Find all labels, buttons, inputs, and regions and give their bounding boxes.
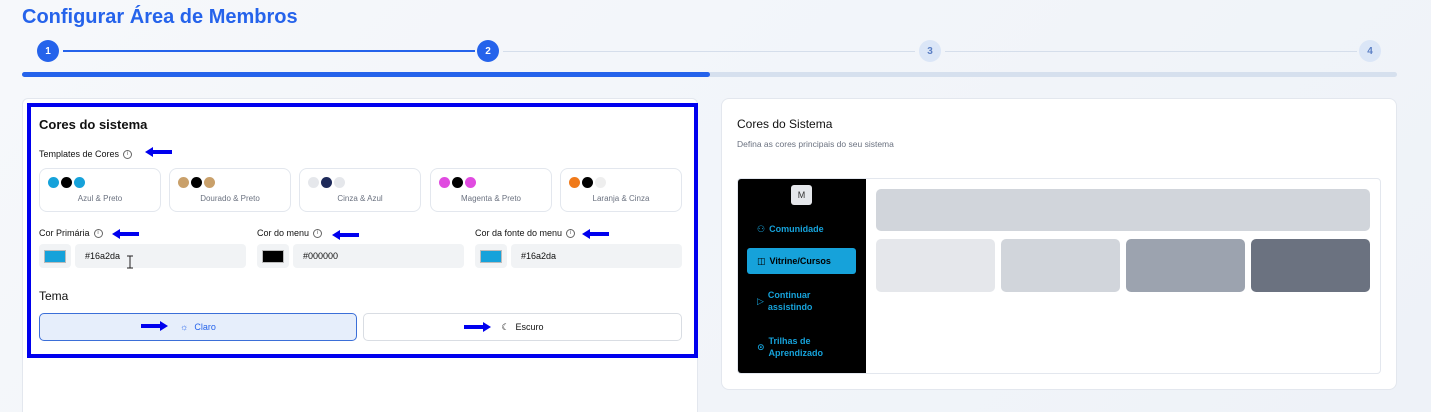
step-connector-3	[945, 51, 1357, 52]
theme-label: Tema	[39, 289, 69, 303]
theme-light-label: Claro	[194, 322, 216, 332]
text-cursor-icon	[127, 255, 133, 269]
step-connector-2	[503, 51, 915, 52]
step-4[interactable]: 4	[1359, 40, 1381, 62]
colors-section-title: Cores do sistema	[39, 117, 148, 132]
template-name: Magenta & Preto	[460, 194, 522, 203]
swatch	[74, 177, 85, 188]
swatch	[452, 177, 463, 188]
primary-color-picker[interactable]	[39, 244, 71, 268]
info-icon[interactable]: i	[313, 228, 323, 238]
font-color-label-text: Cor da fonte do menu	[475, 228, 563, 238]
step-1[interactable]: 1	[37, 40, 59, 62]
primary-color-swatch	[44, 250, 66, 263]
swatch	[582, 177, 593, 188]
nav-label: Trilhas de Aprendizado	[768, 336, 824, 358]
preview-card-placeholder	[1001, 239, 1120, 292]
info-icon[interactable]: i	[123, 149, 133, 159]
theme-light-button[interactable]: ☼ Claro	[39, 313, 357, 341]
templates-label: Templates de Cores i	[39, 149, 133, 159]
stepper: 1 2 3 4	[22, 40, 1397, 80]
progress-fill	[22, 72, 710, 77]
template-dourado-preto[interactable]: Dourado & Preto	[169, 168, 291, 212]
preview-card-placeholder	[1251, 239, 1370, 292]
sun-icon: ☼	[180, 322, 189, 332]
template-name: Laranja & Cinza	[592, 194, 650, 203]
annotation-arrow-left-icon	[112, 229, 139, 239]
preview-nav-trilhas: ⊙ Trilhas de Aprendizado	[747, 334, 856, 360]
template-laranja-cinza[interactable]: Laranja & Cinza	[560, 168, 682, 212]
preview-card-placeholder	[876, 239, 995, 292]
primary-color-label: Cor Primária i	[39, 228, 103, 238]
swatch	[191, 177, 202, 188]
templates-label-text: Templates de Cores	[39, 149, 120, 159]
font-color-input[interactable]: #16a2da	[511, 244, 682, 268]
swatch	[48, 177, 59, 188]
template-name: Azul & Preto	[77, 194, 123, 203]
menu-color-picker[interactable]	[257, 244, 289, 268]
swatch	[569, 177, 580, 188]
font-color-label: Cor da fonte do menu i	[475, 228, 576, 238]
preview-nav-comunidade: ⚇ Comunidade	[747, 222, 856, 236]
annotation-arrow-left-icon	[145, 147, 172, 157]
swatch	[334, 177, 345, 188]
font-color-picker[interactable]	[475, 244, 507, 268]
primary-color-label-text: Cor Primária	[39, 228, 90, 238]
swatch	[439, 177, 450, 188]
step-2[interactable]: 2	[477, 40, 499, 62]
menu-color-input[interactable]: #000000	[293, 244, 464, 268]
preview-card-placeholder	[1126, 239, 1245, 292]
avatar: M	[791, 185, 812, 205]
nav-label: Vitrine/Cursos	[769, 256, 831, 266]
font-color-swatch	[480, 250, 502, 263]
preview-sidebar: M ⚇ Comunidade ◫ Vitrine/Cursos ▷ Contin…	[738, 179, 866, 373]
swatch	[178, 177, 189, 188]
page-title: Configurar Área de Membros	[22, 6, 298, 28]
menu-color-label: Cor do menu i	[257, 228, 323, 238]
play-icon: ▷	[757, 295, 764, 306]
theme-dark-button[interactable]: ☾ Escuro	[363, 313, 682, 341]
annotation-arrow-left-icon	[582, 229, 609, 239]
book-icon: ◫	[757, 255, 766, 266]
nav-label: Comunidade	[769, 224, 824, 234]
progress-bar	[22, 72, 1397, 77]
step-connector-1	[63, 50, 475, 52]
template-name: Dourado & Preto	[200, 194, 260, 203]
map-pin-icon: ⊙	[757, 341, 765, 352]
step-3[interactable]: 3	[919, 40, 941, 62]
nav-label: Continuar assistindo	[767, 290, 813, 312]
info-icon[interactable]: i	[566, 228, 576, 238]
menu-color-swatch	[262, 250, 284, 263]
swatch	[595, 177, 606, 188]
annotation-arrow-right-icon	[141, 321, 168, 331]
theme-preview: M ⚇ Comunidade ◫ Vitrine/Cursos ▷ Contin…	[737, 178, 1381, 374]
swatch	[61, 177, 72, 188]
preview-banner-placeholder	[876, 189, 1370, 231]
users-icon: ⚇	[757, 223, 766, 234]
preview-nav-vitrine: ◫ Vitrine/Cursos	[747, 248, 856, 274]
template-cinza-azul[interactable]: Cinza & Azul	[299, 168, 421, 212]
template-azul-preto[interactable]: Azul & Preto	[39, 168, 161, 212]
moon-icon: ☾	[501, 321, 510, 332]
info-icon[interactable]: i	[93, 228, 103, 238]
swatch	[204, 177, 215, 188]
theme-dark-label: Escuro	[515, 322, 544, 332]
primary-color-input[interactable]: #16a2da	[75, 244, 246, 268]
template-magenta-preto[interactable]: Magenta & Preto	[430, 168, 552, 212]
preview-title: Cores do Sistema	[737, 117, 833, 131]
swatch	[321, 177, 332, 188]
preview-nav-continuar: ▷ Continuar assistindo	[747, 288, 856, 314]
menu-color-label-text: Cor do menu	[257, 228, 310, 238]
annotation-arrow-right-icon	[464, 322, 491, 332]
annotation-arrow-left-icon	[332, 230, 359, 240]
preview-subtitle: Defina as cores principais do seu sistem…	[737, 139, 894, 149]
swatch	[308, 177, 319, 188]
swatch	[465, 177, 476, 188]
template-name: Cinza & Azul	[337, 194, 383, 203]
